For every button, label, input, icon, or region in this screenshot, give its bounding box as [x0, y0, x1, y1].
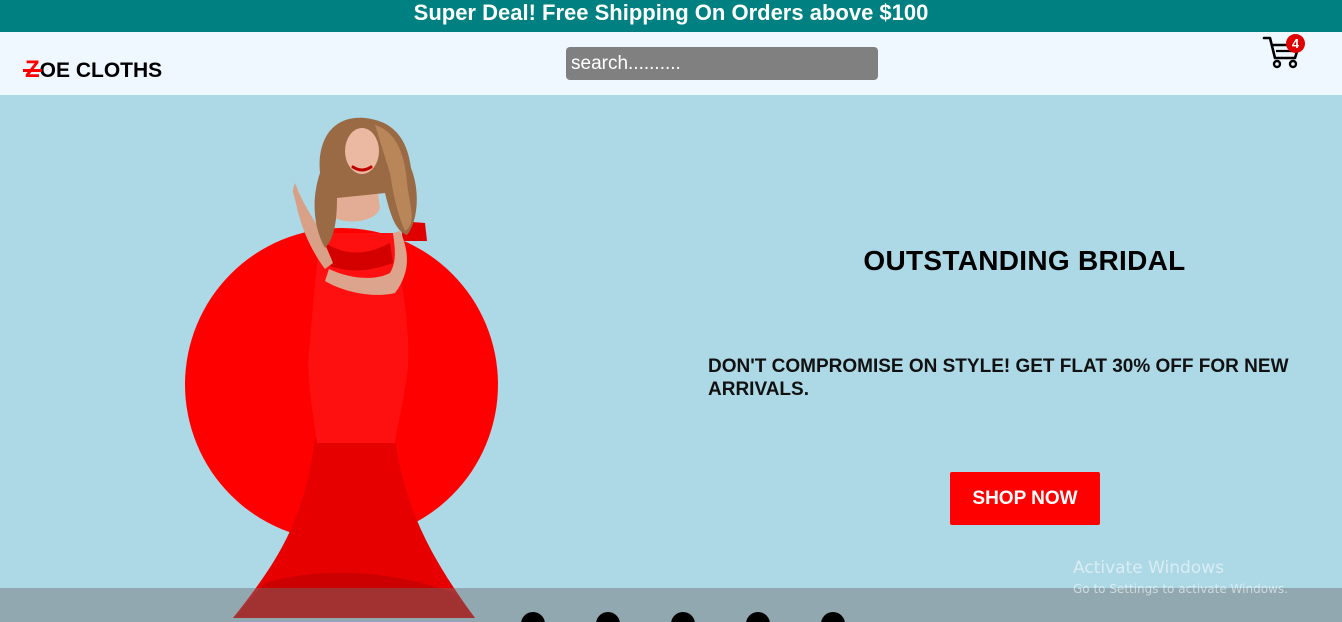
- hero-title: OUTSTANDING BRIDAL: [863, 245, 1186, 276]
- promo-banner: Super Deal! Free Shipping On Orders abov…: [0, 0, 1342, 32]
- watermark-title: Activate Windows: [1073, 558, 1224, 578]
- windows-activation-watermark: Activate Windows Go to Settings to activ…: [1073, 558, 1288, 596]
- logo-letter-z: Z: [25, 56, 40, 83]
- cart-count-badge: 4: [1286, 34, 1305, 53]
- hero-subtitle: DON'T COMPROMISE ON STYLE! GET FLAT 30% …: [708, 356, 1289, 400]
- watermark-subtitle: Go to Settings to activate Windows.: [1073, 582, 1288, 596]
- logo-text: OE CLOTHS: [39, 59, 163, 82]
- shop-now-button[interactable]: SHOP NOW: [950, 472, 1100, 525]
- site-header: ZOE CLOTHS 4: [0, 32, 1342, 95]
- cart-button[interactable]: 4: [1262, 34, 1306, 70]
- hero-model-image: [233, 117, 475, 618]
- search-input[interactable]: [566, 47, 878, 80]
- logo[interactable]: ZOE CLOTHS: [25, 56, 162, 84]
- hero-section: OUTSTANDING BRIDAL DON'T COMPROMISE ON S…: [0, 95, 1342, 622]
